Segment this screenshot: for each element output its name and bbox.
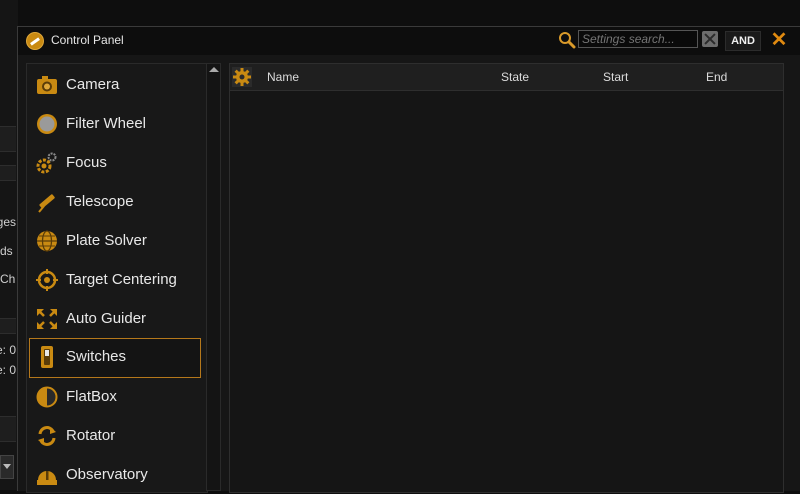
background-text: e: 0 [0,363,16,377]
sidebar-item-label: Auto Guider [66,310,147,327]
sidebar-item-label: Rotator [66,427,116,444]
sidebar-item-label: Observatory [66,466,148,483]
and-toggle-button[interactable]: AND [725,31,761,51]
background-row [0,165,16,181]
title-bar: Control Panel AND ✕ [18,27,800,55]
clear-search-button[interactable] [702,31,718,47]
background-text: ds [0,244,13,258]
background-row [0,318,16,334]
telescope-icon [38,194,55,213]
background-row [0,416,16,442]
half-circle-icon [36,386,58,408]
sidebar-item-flatbox[interactable]: FlatBox [29,378,201,416]
scroll-up-arrow-icon[interactable] [209,67,219,72]
sidebar-item-label: FlatBox [66,388,117,405]
background-dropdown[interactable] [0,455,14,479]
table-header: Name State Start End [230,64,783,91]
gear-icon[interactable] [232,67,252,87]
sidebar-item-filter-wheel[interactable]: Filter Wheel [29,105,201,143]
background-row [0,126,16,152]
sidebar-item-camera[interactable]: Camera [29,66,201,104]
sidebar-item-label: Filter Wheel [66,115,147,132]
background-app-panel: ges ds Ch e: 0 e: 0 [0,0,18,490]
column-header-end[interactable]: End [706,70,727,84]
search-icon [559,32,576,49]
sidebar-item-auto-guider[interactable]: Auto Guider [29,300,201,338]
switch-icon [41,346,53,368]
settings-search-input[interactable] [578,30,698,48]
device-sidebar: Camera Filter Wheel Focus Telescope Plat… [26,63,208,493]
column-header-state[interactable]: State [501,70,529,84]
expand-arrows-icon [37,309,57,329]
sidebar-item-label: Switches [66,348,127,365]
sidebar-item-rotator[interactable]: Rotator [29,417,201,455]
window-title: Control Panel [51,33,124,47]
sidebar-item-label: Focus [66,154,107,171]
background-text: e: 0 [0,343,16,357]
sidebar-item-target-centering[interactable]: Target Centering [29,261,201,299]
sidebar-item-observatory[interactable]: Observatory [29,456,201,494]
globe-icon [37,230,57,252]
sidebar-item-label: Camera [66,76,120,93]
column-header-name[interactable]: Name [267,70,299,84]
switches-table: Name State Start End [229,63,784,493]
filter-wheel-icon [37,114,57,134]
sidebar-item-label: Telescope [66,193,134,210]
close-window-button[interactable]: ✕ [770,30,788,50]
camera-icon [37,76,57,94]
sidebar-item-focus[interactable]: Focus [29,144,201,182]
control-panel-window: Control Panel AND ✕ Camera Filter Wheel [17,26,800,493]
focus-gears-icon [36,152,57,174]
rotate-icon [38,426,56,446]
telescope-app-icon [26,32,44,50]
chevron-down-icon [3,464,11,469]
sidebar-item-label: Plate Solver [66,232,147,249]
sidebar-item-plate-solver[interactable]: Plate Solver [29,222,201,260]
crosshair-icon [36,269,58,291]
sidebar-item-telescope[interactable]: Telescope [29,183,201,221]
sidebar-item-label: Target Centering [66,271,177,288]
column-header-start[interactable]: Start [603,70,628,84]
sidebar-item-switches[interactable]: Switches [29,338,201,378]
background-text: Ch [0,272,16,286]
background-text: ges [0,215,16,229]
dome-icon [37,471,57,485]
sidebar-scrollbar[interactable] [206,63,221,491]
